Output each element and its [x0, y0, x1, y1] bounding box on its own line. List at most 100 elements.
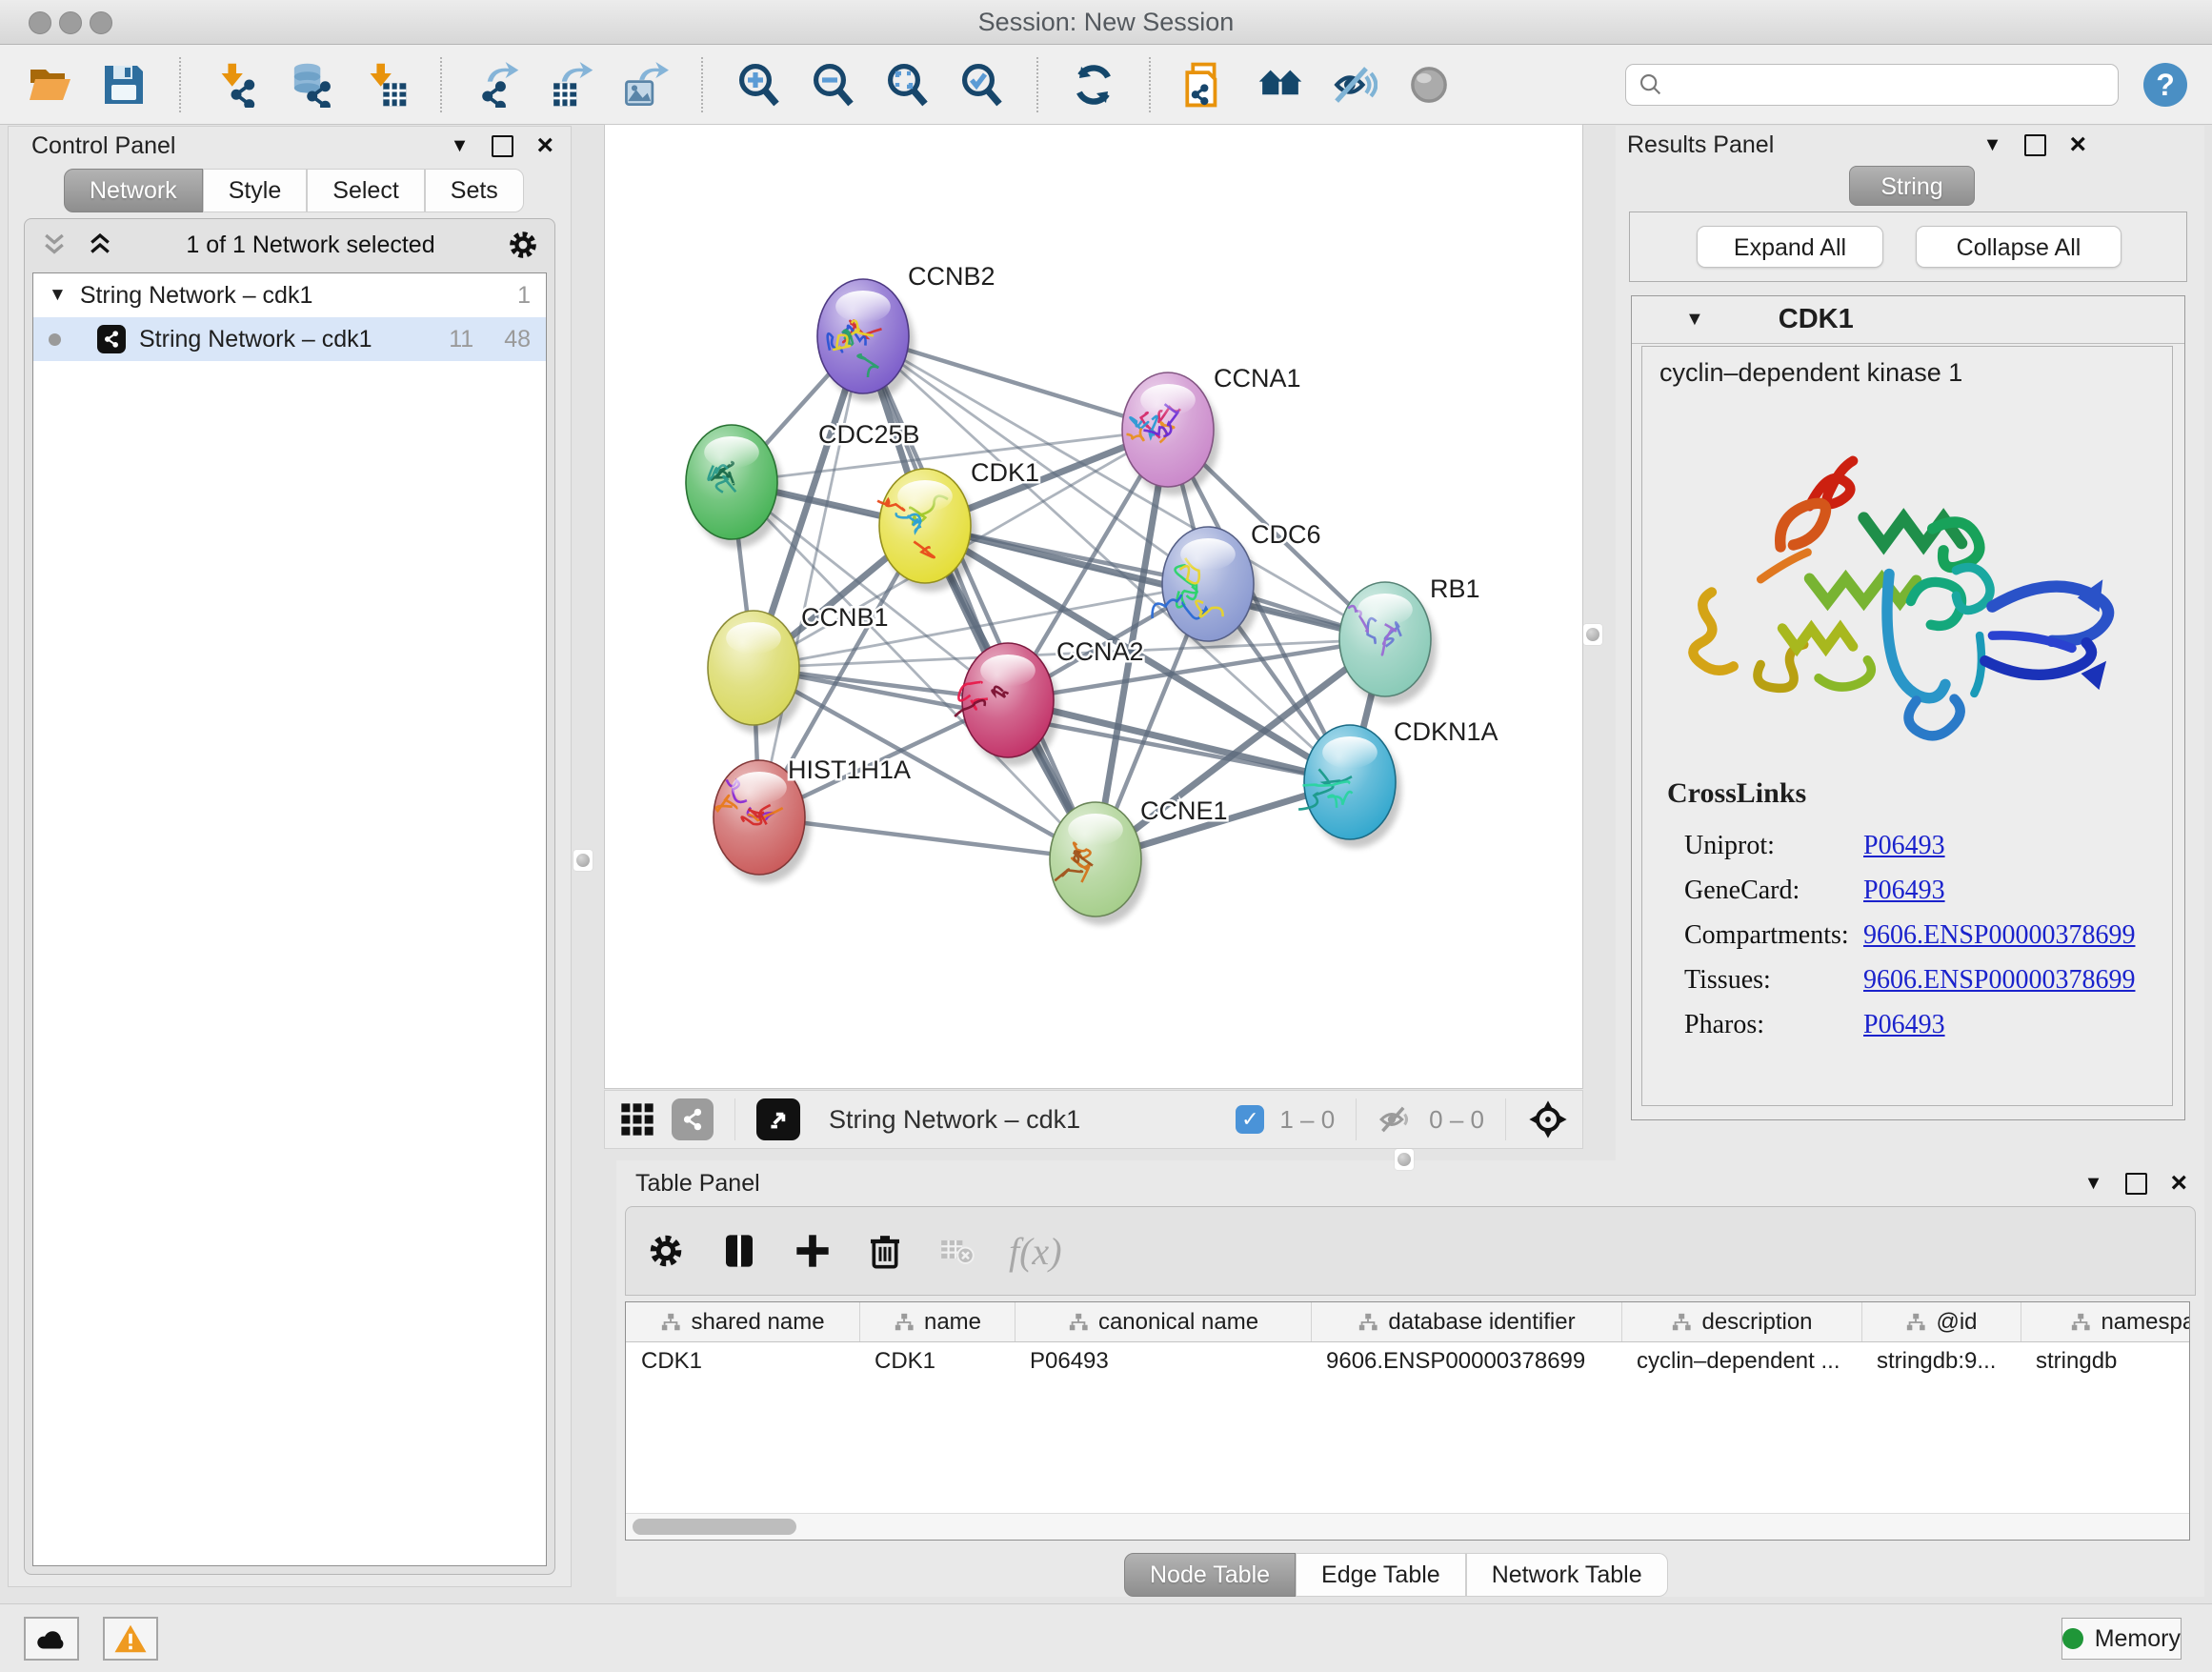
- window-close-button[interactable]: [29, 11, 51, 34]
- crosslink-value[interactable]: 9606.ENSP00000378699: [1863, 965, 2135, 996]
- crosslinks-list: Uniprot:P06493GeneCard:P06493Compartment…: [1684, 823, 2161, 1047]
- search-input[interactable]: [1664, 70, 2106, 99]
- panel-collapse-icon[interactable]: ▼: [2084, 1173, 2103, 1195]
- column-header-sharedname[interactable]: shared name: [626, 1302, 859, 1341]
- gear-icon[interactable]: [507, 229, 539, 261]
- table-cell[interactable]: stringdb:9...: [1861, 1342, 2021, 1381]
- search-box[interactable]: [1625, 64, 2119, 106]
- zoom-fit-icon[interactable]: [882, 60, 932, 110]
- table-cell[interactable]: CDK1: [859, 1342, 1015, 1381]
- network-node-CCNA1: [1122, 373, 1219, 495]
- expand-all-icon[interactable]: [40, 231, 69, 259]
- column-header-canonicalname[interactable]: canonical name: [1015, 1302, 1311, 1341]
- home-layout-icon[interactable]: [1256, 60, 1305, 110]
- entry-collapse-icon[interactable]: ▼: [1685, 309, 1704, 331]
- column-header-id[interactable]: @id: [1861, 1302, 2021, 1341]
- grid-view-icon[interactable]: [618, 1100, 656, 1138]
- panel-close-icon[interactable]: ×: [536, 136, 553, 155]
- table-cell[interactable]: 9606.ENSP00000378699: [1311, 1342, 1621, 1381]
- collapse-all-icon[interactable]: [86, 231, 114, 259]
- panel-close-icon[interactable]: ×: [2069, 135, 2086, 154]
- crosslink-value[interactable]: P06493: [1863, 876, 1945, 906]
- panel-float-icon[interactable]: [2125, 1173, 2147, 1195]
- network-canvas[interactable]: CCNB2CCNA1CDC25BCDK1CDC6RB1CCNB1CCNA2CDK…: [604, 124, 1583, 1089]
- copy-style-icon[interactable]: [1181, 60, 1231, 110]
- string-app-icon: [97, 325, 126, 353]
- edge-CCNB2-HIST1H1A[interactable]: [759, 336, 863, 817]
- preview-eye-icon[interactable]: [1404, 60, 1454, 110]
- right-splitter-grip[interactable]: [1583, 624, 1602, 645]
- import-network-icon[interactable]: [211, 60, 261, 110]
- tab-sets[interactable]: Sets: [425, 169, 524, 212]
- warning-status-button[interactable]: [103, 1617, 158, 1661]
- column-header-databaseidentifier[interactable]: database identifier: [1311, 1302, 1621, 1341]
- delete-column-icon[interactable]: [866, 1232, 904, 1270]
- network-type-icon[interactable]: [672, 1098, 714, 1140]
- refresh-icon[interactable]: [1069, 60, 1118, 110]
- collection-label: String Network – cdk1: [80, 282, 504, 310]
- zoom-out-icon[interactable]: [808, 60, 857, 110]
- zoom-selected-icon[interactable]: [956, 60, 1006, 110]
- hidden-counts: 0 – 0: [1429, 1105, 1484, 1135]
- save-session-icon[interactable]: [99, 60, 149, 110]
- expand-all-button[interactable]: Expand All: [1697, 226, 1883, 268]
- tab-network[interactable]: Network: [64, 169, 203, 212]
- crosslink-value[interactable]: P06493: [1863, 831, 1945, 861]
- tab-style[interactable]: Style: [203, 169, 308, 212]
- import-database-icon[interactable]: [286, 60, 335, 110]
- table-cell[interactable]: stringdb: [2021, 1342, 2190, 1381]
- table-settings-gear-icon[interactable]: [647, 1232, 685, 1270]
- bottom-splitter-grip[interactable]: [1395, 1149, 1414, 1170]
- network-row[interactable]: String Network – cdk1 11 48: [33, 317, 546, 361]
- open-session-icon[interactable]: [25, 60, 74, 110]
- memory-status-dot: [2062, 1628, 2083, 1649]
- selected-nodes-checkbox[interactable]: ✓: [1236, 1105, 1264, 1134]
- crosslink-value[interactable]: 9606.ENSP00000378699: [1863, 920, 2135, 951]
- column-header-name[interactable]: name: [859, 1302, 1015, 1341]
- tab-select[interactable]: Select: [307, 169, 424, 212]
- cloud-status-button[interactable]: [24, 1617, 79, 1661]
- zoom-in-icon[interactable]: [734, 60, 783, 110]
- table-cell[interactable]: CDK1: [626, 1342, 859, 1381]
- memory-button[interactable]: Memory: [2061, 1618, 2182, 1660]
- column-header-description[interactable]: description: [1621, 1302, 1861, 1341]
- add-column-icon[interactable]: [794, 1232, 832, 1270]
- panel-float-icon[interactable]: [492, 135, 513, 157]
- scrollbar-thumb[interactable]: [633, 1519, 796, 1535]
- column-header-namespace[interactable]: namespace: [2021, 1302, 2190, 1341]
- left-splitter-grip[interactable]: [573, 850, 593, 871]
- crosslink-label: Pharos:: [1684, 1010, 1863, 1040]
- hidden-elements-icon[interactable]: [1377, 1101, 1414, 1138]
- help-icon[interactable]: ?: [2143, 63, 2187, 107]
- birds-eye-view-icon[interactable]: [756, 1098, 800, 1140]
- table-cell[interactable]: P06493: [1015, 1342, 1311, 1381]
- network-view-title: String Network – cdk1: [829, 1105, 1220, 1135]
- show-columns-icon[interactable]: [719, 1231, 759, 1271]
- table-row[interactable]: CDK1CDK1P064939606.ENSP00000378699cyclin…: [626, 1342, 2189, 1381]
- window-zoom-button[interactable]: [90, 11, 112, 34]
- crosshair-icon[interactable]: [1527, 1098, 1569, 1140]
- tab-node-table[interactable]: Node Table: [1124, 1553, 1296, 1597]
- network-collection-row[interactable]: ▼ String Network – cdk1 1: [33, 273, 546, 317]
- crosslink-value[interactable]: P06493: [1863, 1010, 1945, 1040]
- table-cell[interactable]: cyclin–dependent ...: [1621, 1342, 1861, 1381]
- search-icon: [1638, 71, 1664, 98]
- panel-collapse-icon[interactable]: ▼: [451, 135, 470, 157]
- window-minimize-button[interactable]: [59, 11, 82, 34]
- collapse-all-button[interactable]: Collapse All: [1916, 226, 2122, 268]
- export-table-icon[interactable]: [547, 60, 596, 110]
- table-horizontal-scrollbar[interactable]: [626, 1513, 2189, 1540]
- tab-string[interactable]: String: [1849, 166, 1975, 206]
- export-image-icon[interactable]: [621, 60, 671, 110]
- export-network-icon[interactable]: [473, 60, 522, 110]
- import-table-icon[interactable]: [360, 60, 410, 110]
- panel-float-icon[interactable]: [2024, 134, 2046, 156]
- table-panel: Table Panel ▼ × f(x) shared namenamecano…: [616, 1160, 2204, 1597]
- tab-edge-table[interactable]: Edge Table: [1296, 1553, 1466, 1597]
- hide-unhide-icon[interactable]: [1330, 60, 1379, 110]
- crosslink-label: GeneCard:: [1684, 876, 1863, 906]
- panel-close-icon[interactable]: ×: [2170, 1174, 2187, 1193]
- panel-collapse-icon[interactable]: ▼: [1983, 134, 2002, 156]
- tree-expand-icon[interactable]: ▼: [49, 285, 67, 306]
- tab-network-table[interactable]: Network Table: [1466, 1553, 1668, 1597]
